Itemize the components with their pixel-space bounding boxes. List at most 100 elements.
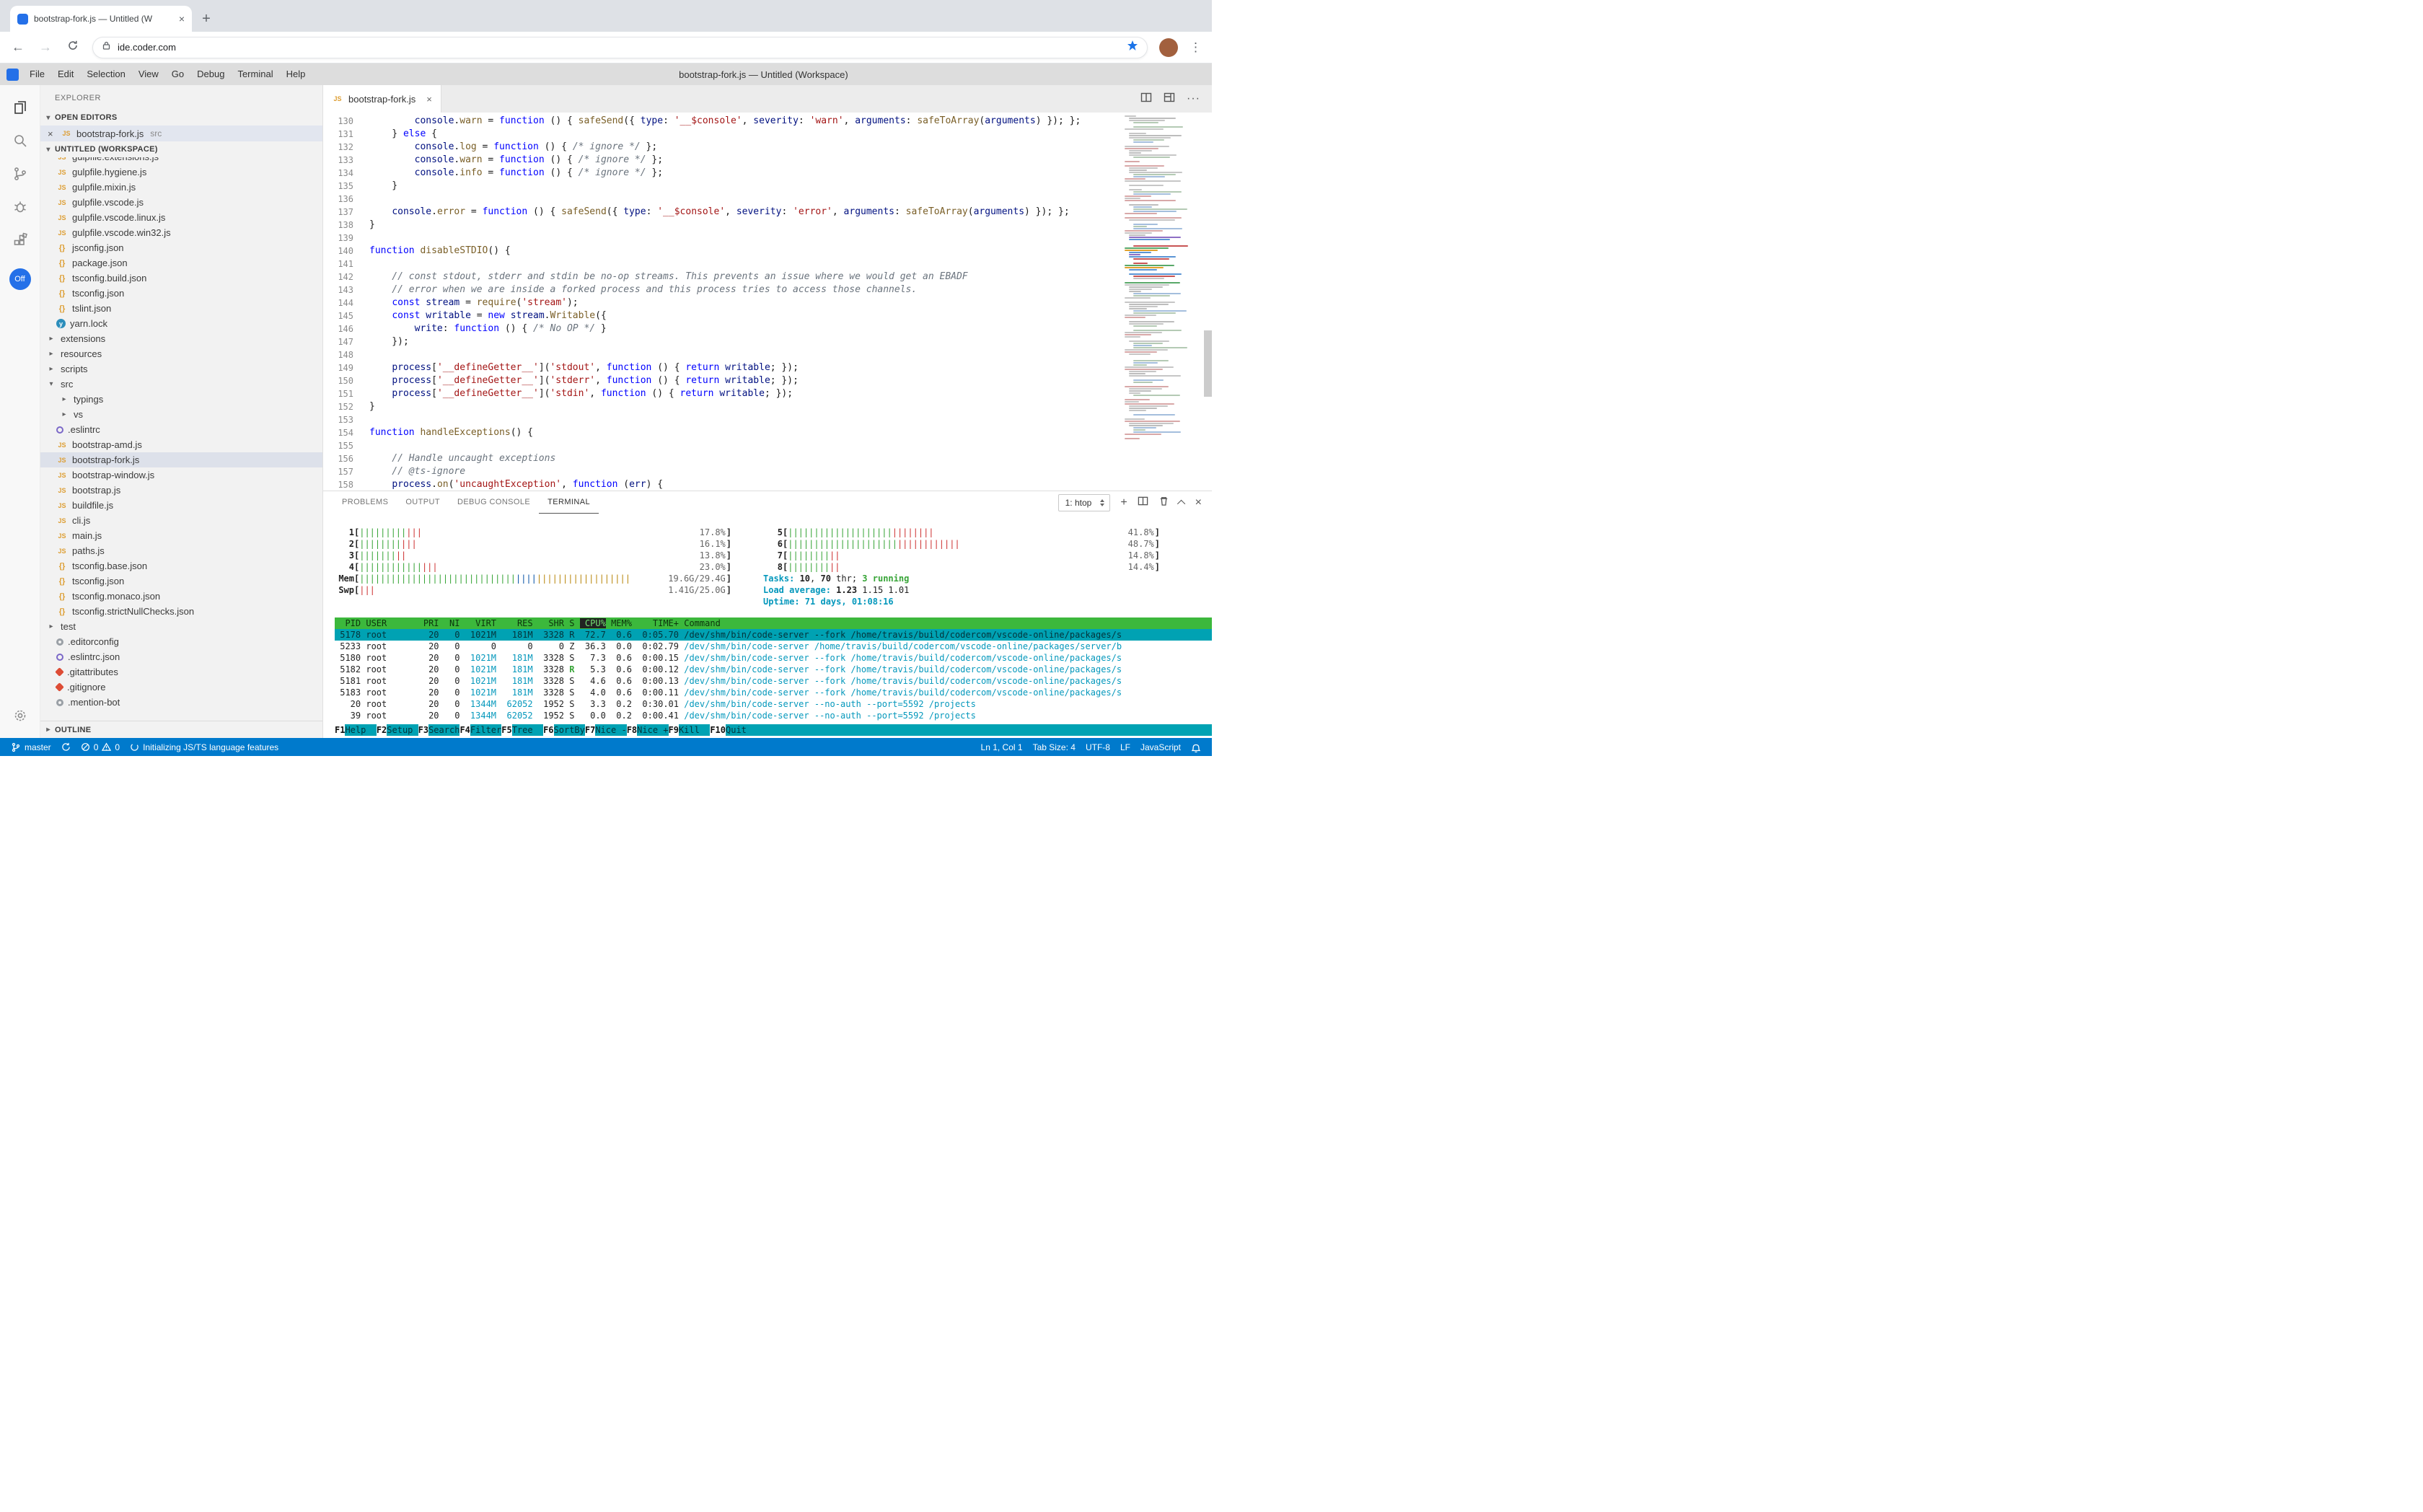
split-terminal-icon[interactable] [1138, 496, 1148, 510]
file-tree-item[interactable]: JSbootstrap-fork.js [40, 452, 322, 467]
kill-terminal-icon[interactable] [1158, 496, 1169, 510]
indentation[interactable]: Tab Size: 4 [1028, 742, 1081, 752]
code-line[interactable]: 153 [323, 413, 1118, 426]
bookmark-star-icon[interactable] [1127, 40, 1138, 55]
avatar[interactable] [1159, 38, 1178, 57]
file-tree-item[interactable]: {}tsconfig.json [40, 573, 322, 589]
file-tree-item[interactable]: .gitignore [40, 680, 322, 695]
folder-tree-item[interactable]: ▸typings [40, 392, 322, 407]
code-line[interactable]: 147 }); [323, 335, 1118, 348]
browser-tab[interactable]: bootstrap-fork.js — Untitled (W × [10, 6, 192, 32]
code-line[interactable]: 131 } else { [323, 128, 1118, 141]
collaboration-off-badge[interactable]: Off [9, 268, 31, 290]
folder-tree-item[interactable]: ▸resources [40, 346, 322, 361]
menu-edit[interactable]: Edit [51, 63, 80, 85]
eol-sequence[interactable]: LF [1115, 742, 1135, 752]
close-icon[interactable]: × [48, 128, 56, 139]
code-line[interactable]: 143 // error when we are inside a forked… [323, 284, 1118, 296]
code-line[interactable]: 152} [323, 400, 1118, 413]
menu-debug[interactable]: Debug [190, 63, 231, 85]
layout-icon[interactable] [1164, 92, 1175, 107]
menu-view[interactable]: View [132, 63, 165, 85]
code-line[interactable]: 150 process['__defineGetter__']('stderr'… [323, 374, 1118, 387]
outline-header[interactable]: ▸ OUTLINE [40, 722, 322, 738]
file-tree-item[interactable]: JScli.js [40, 513, 322, 528]
code-line[interactable]: 146 write: function () { /* No OP */ } [323, 322, 1118, 335]
code-line[interactable]: 133 console.warn = function () { /* igno… [323, 154, 1118, 167]
code-line[interactable]: 141 [323, 258, 1118, 271]
branch-indicator[interactable]: master [6, 738, 56, 756]
encoding[interactable]: UTF-8 [1081, 742, 1115, 752]
file-tree-item[interactable]: JSbootstrap-amd.js [40, 437, 322, 452]
extensions-icon[interactable] [0, 224, 40, 257]
menu-file[interactable]: File [23, 63, 51, 85]
code-line[interactable]: 130 console.warn = function () { safeSen… [323, 115, 1118, 128]
file-tree-item[interactable]: {}package.json [40, 255, 322, 271]
reload-icon[interactable] [65, 40, 81, 55]
url-text[interactable]: ide.coder.com [118, 42, 176, 53]
fkey-action[interactable]: Quit [726, 724, 757, 736]
terminal[interactable]: 1[||||||||||||17.8%]2[|||||||||||16.1%]3… [323, 514, 1212, 738]
problems-indicator[interactable]: 0 0 [76, 738, 125, 756]
explorer-icon[interactable] [0, 91, 40, 124]
notifications-bell[interactable] [1186, 742, 1206, 752]
code-editor[interactable]: 130 console.warn = function () { safeSen… [323, 113, 1212, 491]
file-tree-item[interactable]: JSmain.js [40, 528, 322, 543]
file-tree-item[interactable]: JSgulpfile.vscode.js [40, 195, 322, 210]
code-line[interactable]: 154function handleExceptions() { [323, 426, 1118, 439]
file-tree-item[interactable]: .eslintrc [40, 422, 322, 437]
code-area[interactable]: 130 console.warn = function () { safeSen… [323, 113, 1118, 491]
fkey-action[interactable]: Tree [512, 724, 543, 736]
language-mode[interactable]: JavaScript [1135, 742, 1186, 752]
folder-tree-item[interactable]: ▸vs [40, 407, 322, 422]
fkey-action[interactable]: Kill [679, 724, 710, 736]
code-line[interactable]: 156 // Handle uncaught exceptions [323, 452, 1118, 465]
panel-tab-debug-console[interactable]: DEBUG CONSOLE [449, 491, 539, 514]
code-line[interactable]: 140function disableSTDIO() { [323, 245, 1118, 258]
file-tree-item[interactable]: .gitattributes [40, 664, 322, 680]
settings-gear-icon[interactable] [0, 699, 40, 732]
file-tree-item[interactable]: {}tsconfig.base.json [40, 558, 322, 573]
close-icon[interactable]: × [426, 94, 432, 105]
url-bar[interactable]: ide.coder.com [92, 37, 1148, 58]
file-tree-item[interactable]: .editorconfig [40, 634, 322, 649]
code-line[interactable]: 142 // const stdout, stderr and stdin be… [323, 271, 1118, 284]
file-tree-item[interactable]: {}tsconfig.build.json [40, 271, 322, 286]
debug-icon[interactable] [0, 190, 40, 224]
maximize-panel-icon[interactable] [1177, 499, 1185, 507]
code-line[interactable]: 144 const stream = require('stream'); [323, 296, 1118, 309]
code-line[interactable]: 151 process['__defineGetter__']('stdin',… [323, 387, 1118, 400]
code-line[interactable]: 134 console.info = function () { /* igno… [323, 167, 1118, 180]
code-line[interactable]: 139 [323, 232, 1118, 245]
file-tree-item[interactable]: JSgulpfile.hygiene.js [40, 164, 322, 180]
code-line[interactable]: 155 [323, 439, 1118, 452]
source-control-icon[interactable] [0, 157, 40, 190]
file-tree-item[interactable]: {}tslint.json [40, 301, 322, 316]
folder-tree-item[interactable]: ▸test [40, 619, 322, 634]
fkey-action[interactable]: Help [345, 724, 376, 736]
more-actions-icon[interactable]: ··· [1187, 92, 1200, 105]
code-line[interactable]: 132 console.log = function () { /* ignor… [323, 141, 1118, 154]
minimap[interactable] [1122, 113, 1202, 491]
fkey-action[interactable]: Nice + [637, 724, 668, 736]
panel-tab-problems[interactable]: PROBLEMS [333, 491, 397, 514]
fkey-action[interactable]: Nice - [595, 724, 626, 736]
file-tree-item[interactable]: JSpaths.js [40, 543, 322, 558]
new-tab-button[interactable]: + [196, 8, 216, 30]
file-tree-item[interactable]: {}jsconfig.json [40, 240, 322, 255]
search-icon[interactable] [0, 124, 40, 157]
new-terminal-icon[interactable]: + [1120, 497, 1127, 509]
fkey-action[interactable]: Search [428, 724, 459, 736]
code-line[interactable]: 158 process.on('uncaughtException', func… [323, 478, 1118, 491]
code-line[interactable]: 149 process['__defineGetter__']('stdout'… [323, 361, 1118, 374]
workspace-header[interactable]: ▾ UNTITLED (WORKSPACE) [40, 141, 322, 157]
menu-go[interactable]: Go [165, 63, 190, 85]
open-editor-item[interactable]: ×JSbootstrap-fork.jssrc [40, 126, 322, 141]
panel-tab-terminal[interactable]: TERMINAL [539, 491, 599, 514]
code-line[interactable]: 135 } [323, 180, 1118, 193]
fkey-action[interactable]: Filter [470, 724, 501, 736]
file-tree-item[interactable]: {}tsconfig.json [40, 286, 322, 301]
code-line[interactable]: 137 console.error = function () { safeSe… [323, 206, 1118, 219]
code-line[interactable]: 157 // @ts-ignore [323, 465, 1118, 478]
browser-menu-icon[interactable]: ⋮ [1189, 40, 1202, 55]
